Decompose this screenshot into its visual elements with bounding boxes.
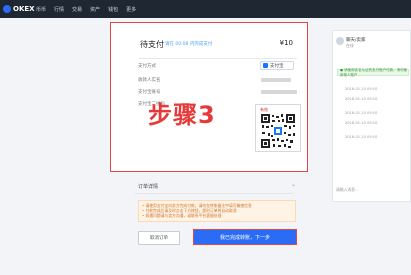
payment-amount: ¥10 — [279, 39, 293, 47]
brand-logo[interactable]: OKEX — [3, 4, 35, 14]
chat-message: 2018-01-10 09:10 — [345, 97, 378, 101]
nav-menu: 币币 行情 交易 资产 钱包 更多 — [36, 6, 136, 13]
method-label: 支付方式 — [138, 64, 156, 69]
chat-status: 在线 — [346, 43, 354, 48]
nav-item[interactable]: 资产 — [90, 6, 100, 13]
account-value-redacted — [261, 90, 297, 94]
avatar — [336, 37, 344, 45]
nav-item[interactable]: 行情 — [54, 6, 64, 13]
brand-mark-icon — [3, 5, 11, 13]
divider — [138, 58, 297, 59]
chat-panel: 聊天/卖家 在线 ● 请使用实名认证的支付账户付款，请勿使用他人账户 2018-… — [332, 30, 411, 202]
brand-name: OKEX — [13, 5, 35, 13]
payment-notice: • 请使用支付宝向卖方完成付款，请勿在转账备注中填写敏感信息 • 付款完成后请及… — [138, 200, 296, 222]
payee-label: 收款人实名 — [138, 78, 161, 83]
payment-method-value: 支付宝 — [270, 63, 284, 69]
payment-title: 待支付 — [140, 40, 164, 49]
chat-warning-banner: ● 请使用实名认证的支付账户付款，请勿使用他人账户 — [337, 68, 409, 77]
step-watermark: 步骤3 — [148, 101, 216, 129]
nav-item[interactable]: 更多 — [126, 6, 136, 13]
nav-item[interactable]: 交易 — [72, 6, 82, 13]
chat-message: 2018-01-10 09:10 — [345, 121, 378, 125]
chat-message: 2018-01-10 09:10 — [345, 111, 378, 115]
qr-code-icon — [260, 113, 296, 149]
chat-message: 2018-01-10 09:10 — [345, 135, 378, 139]
payee-name-redacted — [261, 78, 291, 82]
chat-input[interactable]: 请输入消息... — [336, 187, 359, 193]
alipay-icon — [263, 63, 268, 68]
confirm-transfer-button[interactable]: 我已完成转账，下一步 — [193, 229, 297, 245]
cancel-order-button[interactable]: 取消订单 — [138, 231, 180, 245]
chevron-down-icon[interactable]: ⌄ — [291, 181, 296, 188]
payment-method-select[interactable]: 支付宝 — [260, 61, 294, 70]
nav-item[interactable]: 钱包 — [108, 6, 118, 13]
order-details-label[interactable]: 订单详情 — [138, 183, 158, 190]
notice-line: • 如遇问题请与卖方沟通，或联系平台客服处理 — [142, 213, 222, 218]
top-navbar: OKEX 币币 行情 交易 资产 钱包 更多 — [0, 0, 411, 18]
chat-message: 2018-01-10 09:10 — [345, 87, 378, 91]
payment-countdown: 请在 00:08 内完成支付 — [165, 42, 213, 47]
divider — [135, 193, 293, 194]
nav-item[interactable]: 币币 — [36, 6, 46, 13]
